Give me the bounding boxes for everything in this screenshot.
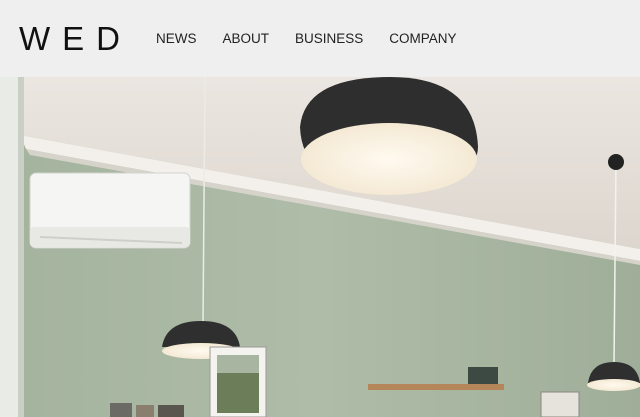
hero-image xyxy=(0,77,640,417)
nav-link-about[interactable]: ABOUT xyxy=(223,30,270,48)
nav-link-news[interactable]: NEWS xyxy=(156,30,197,48)
nav-link-company[interactable]: COMPANY xyxy=(389,30,456,48)
site-header: WED NEWS ABOUT BUSINESS COMPANY xyxy=(0,0,640,77)
wall-print-right xyxy=(540,391,580,417)
wall-picture-frame xyxy=(209,346,267,417)
pendant-lamp-large xyxy=(300,77,478,195)
wall-photos xyxy=(110,403,184,417)
hero-room-illustration xyxy=(0,77,640,417)
site-logo[interactable]: WED xyxy=(19,20,132,58)
air-conditioner xyxy=(29,172,191,249)
main-nav: NEWS ABOUT BUSINESS COMPANY xyxy=(156,30,483,48)
nav-link-business[interactable]: BUSINESS xyxy=(295,30,363,48)
